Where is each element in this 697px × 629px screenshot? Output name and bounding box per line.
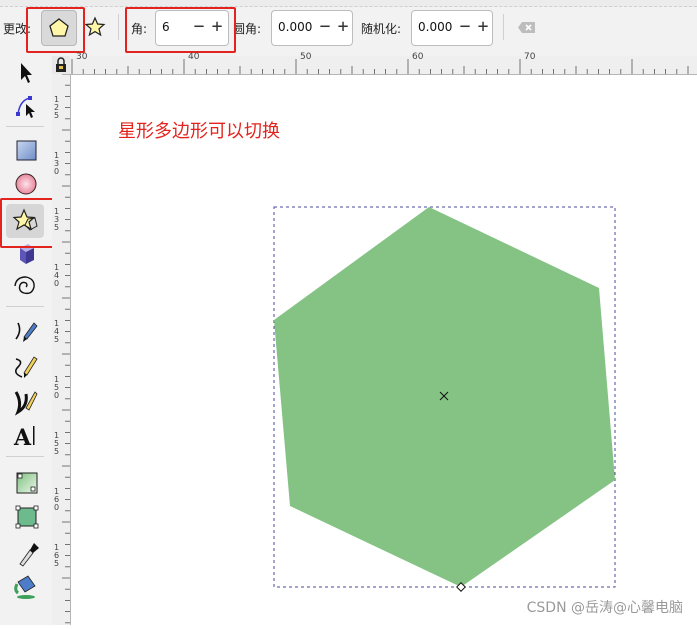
ruler-label: 70 [524, 52, 536, 62]
randomized-value[interactable]: 0.000 [418, 20, 452, 34]
gradient-icon [16, 472, 38, 494]
rounded-spinbox[interactable]: 0.000 − + [271, 10, 353, 46]
ruler-label: 40 [188, 52, 200, 62]
dropper-tool[interactable] [6, 538, 44, 568]
selector-tool[interactable] [6, 58, 44, 88]
ruler-label: 60 [412, 52, 424, 62]
horizontal-ruler[interactable]: 30 40 50 60 70 [70, 52, 697, 75]
rounded-increment-button[interactable]: + [334, 15, 352, 39]
canvas-drawing [273, 206, 616, 592]
toolbar-top-edge [0, 0, 697, 7]
ruler-label: 5 [54, 223, 59, 232]
ruler-label: 0 [54, 391, 59, 400]
calligraphy-tool[interactable] [6, 386, 44, 416]
mesh-icon [15, 505, 39, 529]
ruler-label: 0 [54, 503, 59, 512]
ruler-label: 0 [54, 279, 59, 288]
selector-arrow-icon [21, 63, 32, 83]
pencil-tool[interactable] [6, 351, 44, 381]
randomized-decrement-button[interactable]: − [456, 15, 474, 39]
ellipse-tool[interactable] [6, 169, 44, 199]
ruler-label: 50 [300, 52, 312, 62]
text-tool[interactable]: A [6, 420, 44, 451]
pencil-icon [14, 356, 38, 378]
highlight-corners [125, 7, 236, 53]
spiral-tool[interactable] [6, 272, 44, 302]
rounded-decrement-button[interactable]: − [316, 15, 334, 39]
rectangle-tool[interactable] [6, 136, 44, 166]
rectangle-icon [16, 140, 37, 161]
ruler-label: 5 [54, 559, 59, 568]
paint-bucket-tool[interactable] [6, 570, 44, 600]
ruler-label: 5 [54, 335, 59, 344]
spiral-icon [14, 276, 35, 295]
vertical-ruler[interactable]: 125130135140145150155160165 [52, 73, 71, 625]
drawing-canvas[interactable]: 星形多边形可以切换 [71, 75, 697, 625]
node-tool[interactable] [6, 90, 44, 120]
randomized-label: 随机化: [361, 22, 402, 36]
rounded-value[interactable]: 0.000 [278, 20, 312, 34]
paint-bucket-icon [14, 575, 36, 599]
rounded-label: 圆角: [233, 22, 262, 36]
watermark-text: CSDN @岳涛@心馨电脑 [526, 600, 683, 616]
text-icon: A [13, 425, 35, 451]
toolbox: A [0, 56, 68, 625]
pen-tool[interactable] [6, 317, 44, 347]
randomized-spinbox[interactable]: 0.000 − + [411, 10, 493, 46]
ruler-label: 5 [54, 111, 59, 120]
tool-controls-bar: 更改: 角: 6 − + 圆角: 0.000 − + 随机化: 0.000 − … [0, 0, 697, 57]
toolbar-separator [503, 14, 504, 40]
gradient-tool[interactable] [6, 468, 44, 498]
mesh-tool[interactable] [6, 502, 44, 532]
randomized-increment-button[interactable]: + [474, 15, 492, 39]
ruler-corner-lock[interactable] [52, 56, 71, 75]
ruler-label: 5 [54, 447, 59, 456]
ruler-label: 30 [76, 52, 88, 62]
node-editor-icon [16, 96, 35, 118]
calligraphy-icon [14, 391, 38, 416]
clear-icon [518, 22, 535, 33]
dropper-icon [19, 543, 39, 567]
toolbar-separator [118, 14, 119, 40]
highlight-polygon-mode [26, 7, 85, 53]
ruler-label: 0 [54, 167, 59, 176]
reset-defaults-button[interactable] [516, 18, 538, 38]
vertical-ruler-ticks: 125130135140145150155160165 [54, 73, 70, 624]
pen-icon [15, 322, 38, 342]
circle-icon [15, 173, 37, 195]
lock-icon [56, 57, 66, 72]
horizontal-ruler-ticks [71, 59, 689, 74]
svg-text:A: A [13, 425, 32, 450]
